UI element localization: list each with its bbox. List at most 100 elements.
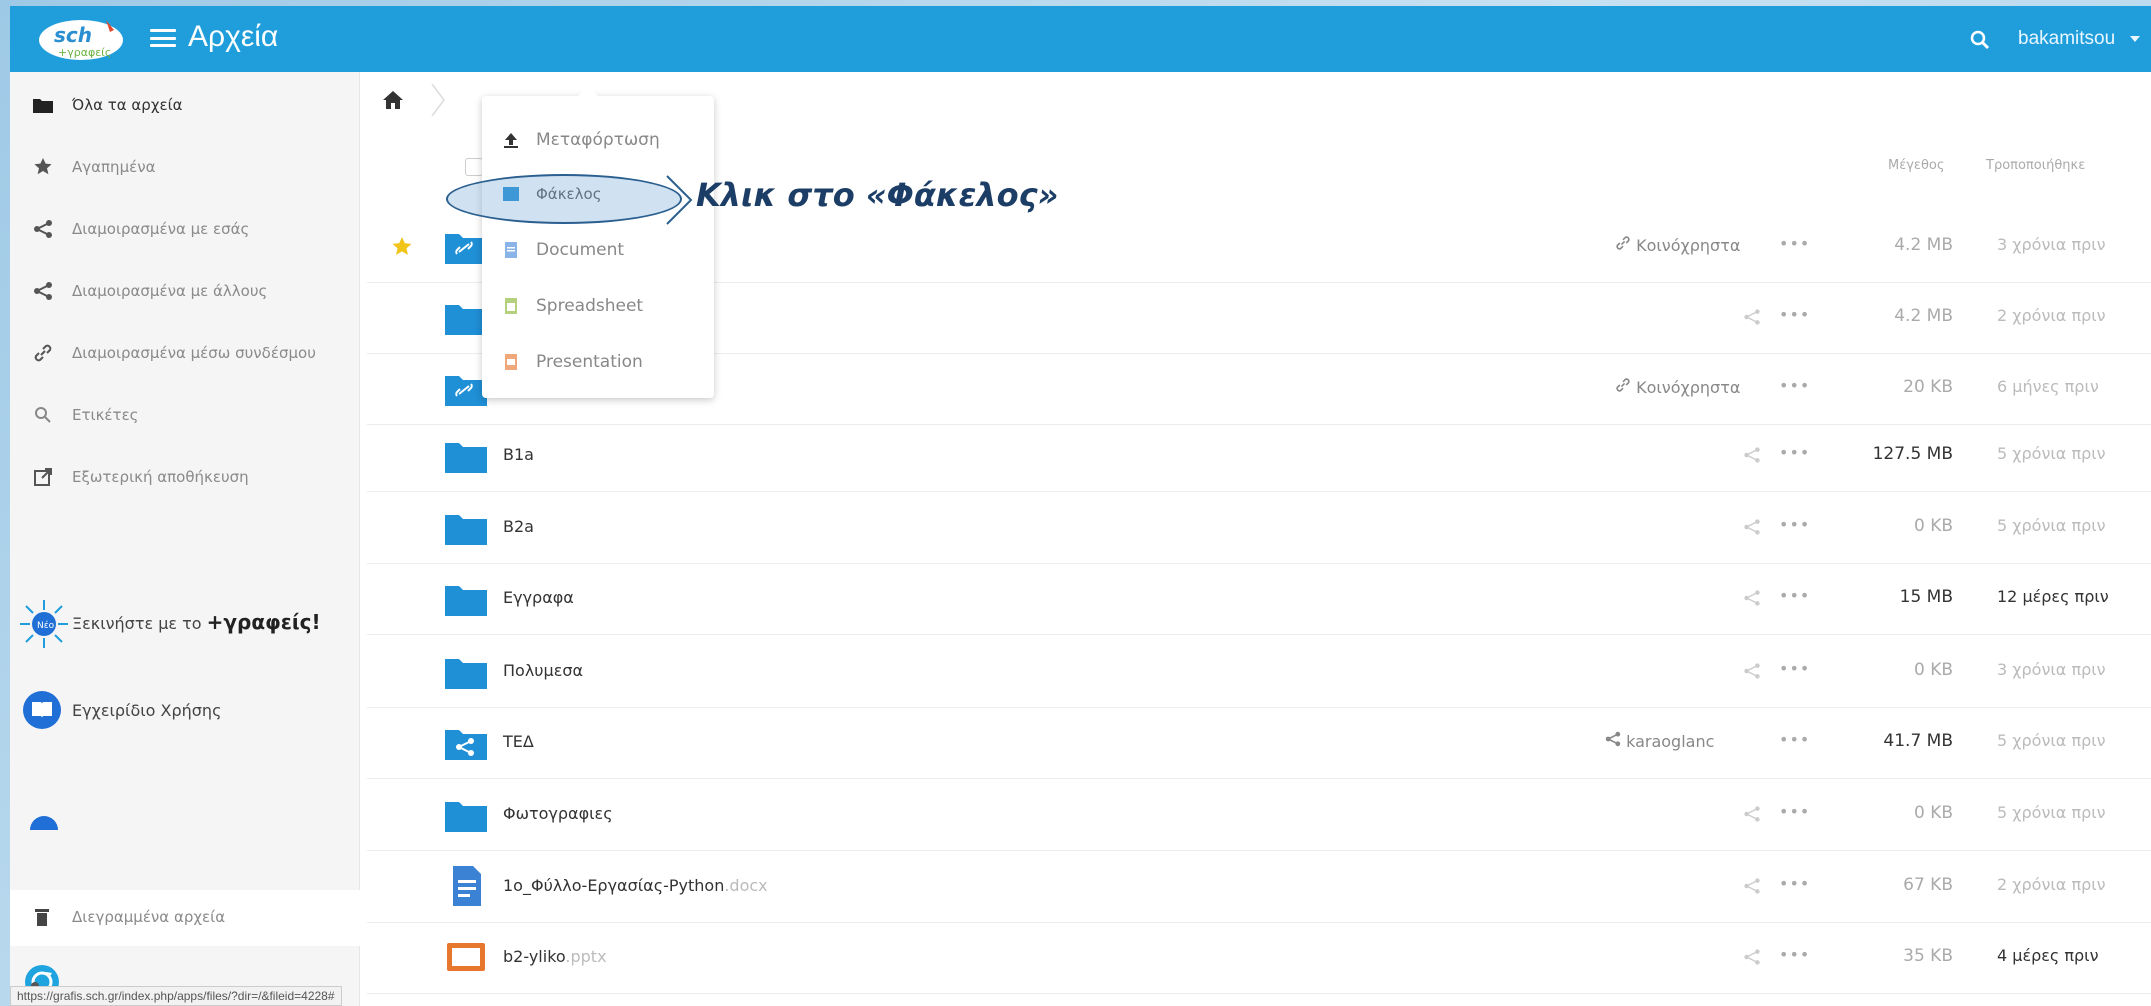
more-actions-icon[interactable]: ••• bbox=[1779, 515, 1810, 534]
user-manual-link[interactable]: Εγχειρίδιο Χρήσης bbox=[10, 680, 360, 740]
file-basename: b2-yliko bbox=[503, 947, 566, 966]
chevron-down-icon[interactable] bbox=[2130, 36, 2140, 42]
folder-icon bbox=[445, 507, 487, 547]
file-modified: 6 μήνες πριν bbox=[1997, 377, 2099, 396]
external-storage-icon bbox=[32, 466, 54, 488]
sidebar-item-shared-with-others[interactable]: Διαμοιρασμένα με άλλους bbox=[10, 266, 360, 316]
select-all-checkbox[interactable] bbox=[465, 158, 483, 176]
callout-pointer bbox=[665, 174, 695, 226]
sidebar-item-label: Όλα τα αρχεία bbox=[72, 96, 183, 114]
more-actions-icon[interactable]: ••• bbox=[1779, 586, 1810, 605]
sidebar-item-favorites[interactable]: Αγαπημένα bbox=[10, 142, 360, 192]
sidebar-item-external-storage[interactable]: Εξωτερική αποθήκευση bbox=[10, 452, 360, 502]
spreadsheet-icon bbox=[502, 297, 520, 315]
hamburger-menu-icon[interactable] bbox=[150, 26, 176, 50]
upload-icon bbox=[502, 131, 520, 149]
file-modified: 2 χρόνια πριν bbox=[1997, 306, 2106, 325]
share-icon[interactable] bbox=[1743, 805, 1763, 825]
file-basename: Εγγραφα bbox=[503, 588, 574, 607]
file-size: 15 MB bbox=[1899, 587, 1953, 607]
file-size: 41.7 MB bbox=[1883, 731, 1953, 751]
more-actions-icon[interactable]: ••• bbox=[1779, 305, 1810, 324]
file-size: 0 KB bbox=[1913, 803, 1953, 823]
file-name[interactable]: Εγγραφα bbox=[503, 588, 574, 607]
sidebar-item-tags[interactable]: Ετικέτες bbox=[10, 390, 360, 440]
menu-item-spreadsheet[interactable]: Spreadsheet bbox=[482, 280, 714, 332]
share-icon[interactable] bbox=[1743, 877, 1763, 897]
sidebar-item-shared-by-link[interactable]: Διαμοιρασμένα μέσω συνδέσμου bbox=[10, 328, 360, 378]
share-icon[interactable] bbox=[1743, 948, 1763, 968]
sidebar-item-deleted-files[interactable]: Διεγραμμένα αρχεία bbox=[10, 890, 360, 946]
file-modified: 5 χρόνια πριν bbox=[1997, 516, 2106, 535]
file-row[interactable]: Φωτογραφιες ••• 0 KB 5 χρόνια πριν bbox=[367, 780, 2151, 851]
more-actions-icon[interactable]: ••• bbox=[1779, 874, 1810, 893]
share-status[interactable]: Κοινόχρηστα bbox=[1615, 377, 1740, 397]
share-icon[interactable] bbox=[1743, 662, 1763, 682]
share-status[interactable]: karaoglanc bbox=[1605, 731, 1714, 751]
sidebar-item-label: Εξωτερική αποθήκευση bbox=[72, 468, 249, 486]
sidebar-item-label: Αγαπημένα bbox=[72, 158, 156, 176]
new-badge-icon: Νέο bbox=[16, 598, 72, 654]
menu-item-label: Presentation bbox=[536, 352, 643, 372]
file-row[interactable]: B1a ••• 127.5 MB 5 χρόνια πριν bbox=[367, 421, 2151, 492]
menu-item-label: Μεταφόρτωση bbox=[536, 130, 660, 150]
folder-icon bbox=[445, 578, 487, 618]
file-name[interactable]: B1a bbox=[503, 445, 534, 464]
file-name[interactable]: ΤΕΔ bbox=[503, 732, 534, 751]
share-icon[interactable] bbox=[1743, 589, 1763, 609]
more-actions-icon[interactable]: ••• bbox=[1779, 730, 1810, 749]
manual-label: Εγχειρίδιο Χρήσης bbox=[72, 700, 222, 720]
menu-item-presentation[interactable]: Presentation bbox=[482, 336, 714, 388]
share-status[interactable]: Κοινόχρηστα bbox=[1615, 235, 1740, 255]
share-icon bbox=[32, 280, 54, 302]
share-icon[interactable] bbox=[1743, 308, 1763, 328]
more-actions-icon[interactable]: ••• bbox=[1779, 659, 1810, 678]
file-row[interactable]: Πολυμεσα ••• 0 KB 3 χρόνια πριν bbox=[367, 637, 2151, 708]
file-modified: 3 χρόνια πριν bbox=[1997, 235, 2106, 254]
file-row[interactable]: b2-yliko.pptx ••• 35 KB 4 μέρες πριν bbox=[367, 923, 2151, 994]
sidebar-item-shared-with-you[interactable]: Διαμοιρασμένα με εσάς bbox=[10, 204, 360, 254]
menu-item-document[interactable]: Document bbox=[482, 224, 714, 276]
file-modified: 5 χρόνια πριν bbox=[1997, 444, 2106, 463]
file-name[interactable]: Πολυμεσα bbox=[503, 661, 583, 680]
share-icon[interactable] bbox=[1743, 446, 1763, 466]
more-actions-icon[interactable]: ••• bbox=[1779, 234, 1810, 253]
promo-grafeis[interactable]: Νέο Ξεκινήστε με το +γραφείς! bbox=[10, 592, 360, 652]
file-row[interactable]: ΤΕΔ karaoglanc ••• 41.7 MB 5 χρόνια πριν bbox=[367, 708, 2151, 779]
more-actions-icon[interactable]: ••• bbox=[1779, 945, 1810, 964]
sch-grafeis-logo[interactable]: sch +γραφείς bbox=[36, 16, 126, 62]
menu-item-upload[interactable]: Μεταφόρτωση bbox=[482, 114, 714, 166]
file-row[interactable]: 1o_Φύλλο-Εργασίας-Python.docx ••• 67 KB 2 χ… bbox=[367, 852, 2151, 923]
file-row[interactable]: B2a ••• 0 KB 5 χρόνια πριν bbox=[367, 493, 2151, 564]
file-modified: 12 μέρες πριν bbox=[1997, 587, 2109, 606]
sidebar-item-label: Διαμοιρασμένα μέσω συνδέσμου bbox=[72, 344, 316, 362]
file-modified: 5 χρόνια πριν bbox=[1997, 803, 2106, 822]
file-name[interactable]: 1o_Φύλλο-Εργασίας-Python.docx bbox=[503, 876, 768, 895]
column-size[interactable]: Μέγεθος bbox=[1888, 158, 1945, 173]
more-actions-icon[interactable]: ••• bbox=[1779, 443, 1810, 462]
svg-text:sch: sch bbox=[54, 23, 92, 47]
file-size: 4.2 MB bbox=[1894, 235, 1953, 255]
file-name[interactable]: b2-yliko.pptx bbox=[503, 947, 607, 966]
user-menu[interactable]: bakamitsou bbox=[2018, 28, 2115, 50]
app-window: sch +γραφείς Αρχεία bakamitsou Όλα τα αρ… bbox=[10, 6, 2151, 1006]
favorite-star-icon[interactable] bbox=[391, 236, 413, 258]
file-row[interactable]: Εγγραφα ••• 15 MB 12 μέρες πριν bbox=[367, 564, 2151, 635]
column-modified[interactable]: Τροποποιήθηκε bbox=[1986, 158, 2085, 173]
document-icon bbox=[502, 241, 520, 259]
menu-item-label: Document bbox=[536, 240, 625, 260]
sidebar-item-all-files[interactable]: Όλα τα αρχεία bbox=[10, 80, 360, 130]
more-actions-icon[interactable]: ••• bbox=[1779, 376, 1810, 395]
more-actions-icon[interactable]: ••• bbox=[1779, 802, 1810, 821]
folder-icon bbox=[445, 435, 487, 475]
file-size: 4.2 MB bbox=[1894, 306, 1953, 326]
book-icon bbox=[22, 690, 62, 734]
share-icon[interactable] bbox=[1743, 518, 1763, 538]
file-name[interactable]: Φωτογραφιες bbox=[503, 804, 613, 823]
sidebar-item-label: Διεγραμμένα αρχεία bbox=[72, 908, 226, 926]
file-name[interactable]: B2a bbox=[503, 517, 534, 536]
file-modified: 2 χρόνια πριν bbox=[1997, 875, 2106, 894]
home-icon[interactable] bbox=[382, 90, 404, 110]
share-label: karaoglanc bbox=[1626, 732, 1715, 751]
search-icon[interactable] bbox=[1968, 28, 1992, 52]
